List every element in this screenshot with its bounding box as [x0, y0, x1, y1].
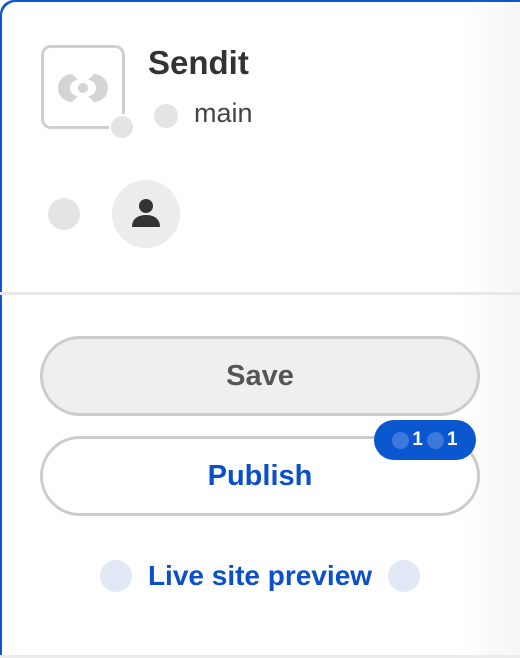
badge-count-a: 1 — [412, 429, 423, 450]
section-divider — [0, 292, 520, 295]
branch-name[interactable]: main — [194, 98, 253, 129]
change-type-icon — [427, 431, 444, 449]
collaborator-indicator-icon — [48, 198, 80, 230]
site-name: Sendit — [148, 44, 249, 81]
user-icon — [132, 199, 160, 227]
badge-count-b: 1 — [447, 429, 458, 450]
preview-icon — [99, 560, 132, 592]
branch-icon — [154, 104, 178, 128]
brand-logo-icon — [58, 74, 108, 102]
publish-panel: Sendit main Save Publish 1 1 Live site p… — [0, 0, 520, 658]
live-site-preview-link[interactable]: Live site preview — [148, 560, 372, 592]
external-link-icon — [388, 560, 421, 592]
changes-badge: 1 1 — [374, 420, 476, 460]
site-header: Sendit main — [0, 0, 520, 292]
save-button[interactable]: Save — [40, 336, 480, 416]
live-preview-row: Live site preview — [0, 556, 520, 596]
change-type-icon — [392, 431, 410, 449]
logo-status-dot — [109, 114, 135, 140]
user-avatar[interactable] — [112, 180, 180, 248]
